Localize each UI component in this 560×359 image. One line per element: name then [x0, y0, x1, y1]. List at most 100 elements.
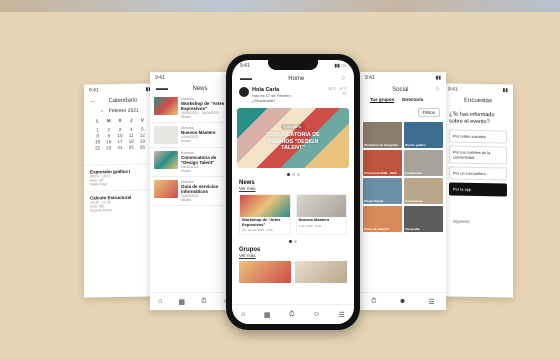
calendar-day[interactable]: 16 — [105, 139, 112, 144]
calendar-icon[interactable]: ▦ — [264, 311, 271, 319]
card-title: Workshop de "Artes Expresivos" — [242, 217, 281, 227]
carousel-dot[interactable] — [286, 173, 290, 176]
calendar-day[interactable]: 25 — [128, 145, 135, 150]
calendar-day[interactable]: 11 — [128, 133, 135, 138]
filter-row: Filtros — [360, 105, 446, 120]
carousel-dot[interactable] — [289, 240, 292, 243]
calendar-day[interactable]: 10 — [116, 133, 123, 138]
group-label: Workshop de fotografía — [364, 143, 398, 147]
next-button[interactable]: Siguiente — [443, 198, 513, 224]
group-tile[interactable]: Dibujo Digital — [363, 178, 402, 204]
calendar-day[interactable]: 3 — [116, 127, 123, 132]
group-thumb[interactable] — [239, 261, 291, 283]
survey-option[interactable]: Por redes sociales — [449, 129, 507, 144]
calendar-day[interactable]: 26 — [139, 145, 146, 150]
surveys-screen: 9:41 ▮▮ Encuestas ¿Te has informado sobre… — [443, 83, 513, 298]
group-tile[interactable]: Promoción 2020 - 2022 — [363, 150, 402, 176]
menu-icon[interactable]: ☰ — [338, 311, 344, 319]
status-bar: 9:41▮▮ — [360, 72, 446, 84]
carousel-dot[interactable] — [296, 173, 300, 176]
calendar-day[interactable]: 5 — [139, 127, 146, 132]
surveys-title: Encuestas — [463, 97, 493, 105]
group-label: Diseño gráfico — [405, 143, 426, 147]
news-card[interactable]: Nuevos Másters 3 abr 2022 · 9:00 — [295, 194, 347, 235]
tab-directory[interactable]: Directorio — [402, 97, 423, 103]
survey-option[interactable]: Por un compañero — [449, 166, 507, 181]
phone-frame: 9:41 ▮▮ ▭ ▬▬ Home ♢ Hola Carla Hoy es 17 de… — [226, 54, 360, 330]
avatar[interactable] — [239, 87, 249, 97]
calendar-month: Febrero 2021 — [108, 107, 139, 115]
group-tile[interactable]: Estudiantes — [404, 150, 443, 176]
top-banner-strip — [0, 0, 560, 12]
event-teacher: Susana Ferrer — [90, 208, 113, 213]
calendar-day[interactable]: 18 — [128, 139, 135, 144]
group-tile[interactable]: Tipografía — [404, 206, 443, 232]
calendar-day[interactable]: 4 — [128, 127, 135, 132]
social-screen: 9:41 ▮▮ Social ♢ Tus grupos Directorio Filt… — [360, 72, 446, 310]
calendar-event[interactable]: Expresión gráfica I 09:15 - 10:15 Aula 1… — [84, 163, 156, 191]
bell-icon[interactable]: ♢ — [435, 86, 440, 93]
carousel-dot[interactable] — [291, 173, 295, 176]
tab-your-groups[interactable]: Tus grupos — [370, 97, 395, 103]
carousel-dot[interactable] — [294, 240, 297, 243]
group-thumb[interactable] — [295, 261, 347, 283]
status-time: 9:41 — [89, 87, 99, 94]
group-tile[interactable]: Workshop de fotografía — [363, 122, 402, 148]
bell-icon[interactable]: ♢ — [341, 75, 346, 82]
timer-icon[interactable]: ⏱ — [289, 311, 294, 319]
calendar-day[interactable]: 9 — [105, 133, 112, 138]
calendar-icon[interactable]: ▦ — [178, 298, 185, 306]
survey-option-selected[interactable]: Por la app — [449, 182, 507, 197]
group-label: Tipografía — [405, 227, 420, 231]
tab-bar: ⌂▦⏱☺ — [150, 292, 238, 310]
news-card[interactable]: Workshop de "Artes Expresivos" 20 - 30 a… — [239, 194, 291, 235]
weekday-label: J — [129, 117, 133, 123]
calendar-day[interactable]: 1 — [94, 127, 101, 132]
news-screen: 9:41▮▮ ▬▬ News EventosWorkshop de "Artes … — [150, 72, 238, 310]
filter-button[interactable]: Filtros — [417, 108, 440, 117]
status-bar: 9:41▮▮ — [150, 72, 238, 84]
news-heading: News — [239, 180, 255, 186]
back-icon[interactable]: ← — [90, 98, 96, 104]
calendar-screen: 9:41 ▮▮ ← Calendario ‹ Febrero 2021 LMXJV 1… — [84, 83, 156, 298]
calendar-day[interactable]: 23 — [105, 145, 112, 150]
home-icon[interactable]: ⌂ — [158, 298, 162, 305]
banner-title: CONVOCATORIA DE PREMIOS "DESIGN TALENT" — [266, 132, 320, 152]
carousel-dots — [232, 238, 354, 245]
home-icon[interactable]: ⌂ — [241, 311, 245, 318]
news-thumbnail — [154, 151, 178, 169]
timer-icon[interactable]: ⏱ — [371, 298, 376, 306]
status-time: 9:41 — [365, 75, 375, 81]
calendar-event[interactable]: Cálculo Estructural 10:30 - 12:30 Aula 1… — [84, 189, 156, 217]
calendar-day[interactable]: 2 — [105, 127, 112, 132]
weekday-label: L — [96, 118, 99, 124]
people-icon[interactable]: ☺ — [313, 311, 320, 318]
calendar-day[interactable]: 17 — [116, 139, 123, 144]
group-tile[interactable]: Arquitectura — [404, 178, 443, 204]
group-tile[interactable]: Diseño gráfico — [404, 122, 443, 148]
calendar-day[interactable]: 19 — [139, 139, 146, 144]
group-thumbs — [232, 258, 354, 286]
calendar-day[interactable]: 15 — [94, 139, 101, 144]
survey-option[interactable]: Por los carteles de la Universidad — [449, 145, 507, 165]
list-item[interactable]: Eventos Workshop de "Artes Expresivos" 16/… — [150, 94, 238, 123]
people-icon[interactable]: ☻ — [399, 298, 406, 305]
timer-icon[interactable]: ⏱ — [201, 298, 206, 306]
list-item[interactable]: Eventos Convocatoria de "Design Talent" 14… — [150, 148, 238, 177]
survey-question: ¿Te has informado sobre el evento? — [449, 111, 495, 125]
prev-month-icon[interactable]: ‹ — [101, 108, 103, 114]
list-item[interactable]: Noticias Nuevos Másters 14/04/2022 Studio — [150, 123, 238, 148]
group-label: Arquitectura — [405, 199, 423, 203]
group-tile[interactable]: Venta de material — [363, 206, 402, 232]
featured-banner[interactable]: 1 21 ABRIL CONVOCATORIA DE PREMIOS "DESI… — [237, 108, 349, 168]
calendar-day[interactable]: 12 — [139, 133, 146, 138]
calendar-day[interactable]: 8 — [94, 133, 101, 138]
list-item[interactable]: Noticias Guía de servicios informáticos 10… — [150, 177, 238, 206]
group-label: Estudiantes — [405, 171, 423, 175]
menu-icon[interactable]: ☰ — [429, 298, 435, 306]
news-cards: Workshop de "Artes Expresivos" 20 - 30 a… — [232, 191, 354, 238]
calendar-title: Calendario — [108, 97, 138, 105]
calendar-day[interactable]: 22 — [94, 145, 101, 150]
group-label: Promoción 2020 - 2022 — [364, 171, 397, 175]
calendar-day[interactable]: 24 — [116, 145, 123, 150]
